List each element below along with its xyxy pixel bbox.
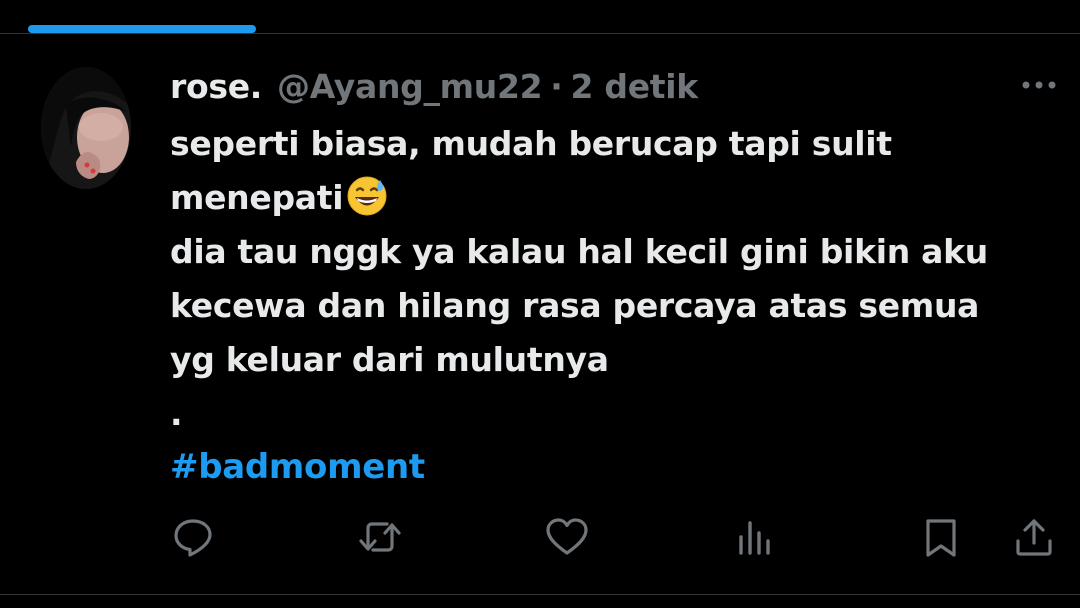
top-divider [0,33,1080,34]
bookmark-icon [926,519,956,557]
tweet-line: seperti biasa, mudah berucap tapi sulit [170,124,892,163]
retweet-icon [359,522,401,552]
tweet-line: dia tau nggk ya kalau hal kecil gini bik… [170,232,988,271]
user-handle[interactable]: @Ayang_mu22 [277,67,543,106]
more-options-button[interactable] [1016,70,1062,100]
tweet-line: kecewa dan hilang rasa percaya atas semu… [170,286,980,325]
share-button[interactable] [1011,514,1057,560]
tweet-line: menepati [170,178,344,217]
hashtag-link[interactable]: #badmoment [170,440,425,494]
tweet-line: . [170,394,183,433]
display-name[interactable]: rose. [170,67,262,106]
bookmark-button[interactable] [918,514,964,560]
active-tab-indicator [28,25,256,33]
tweet-header: rose. @Ayang_mu22 · 2 detik [170,62,698,110]
more-horizontal-icon [1022,81,1056,89]
like-button[interactable] [544,514,590,560]
separator-dot: · [550,66,563,106]
reply-icon [174,519,212,557]
bottom-divider [0,594,1080,595]
tweet-text: seperti biasa, mudah berucap tapi sulit … [170,117,1060,441]
tweet-line-with-emoji: menepati [170,171,1060,225]
like-icon [546,518,588,555]
share-icon [1016,519,1052,556]
avatar[interactable] [41,67,131,189]
views-button[interactable] [731,514,777,560]
grinning-face-with-sweat-icon [347,176,387,232]
retweet-button[interactable] [357,514,403,560]
reply-button[interactable] [170,514,216,560]
views-icon [739,521,770,555]
timestamp[interactable]: 2 detik [571,67,699,106]
tweet-line: yg keluar dari mulutnya [170,340,609,379]
